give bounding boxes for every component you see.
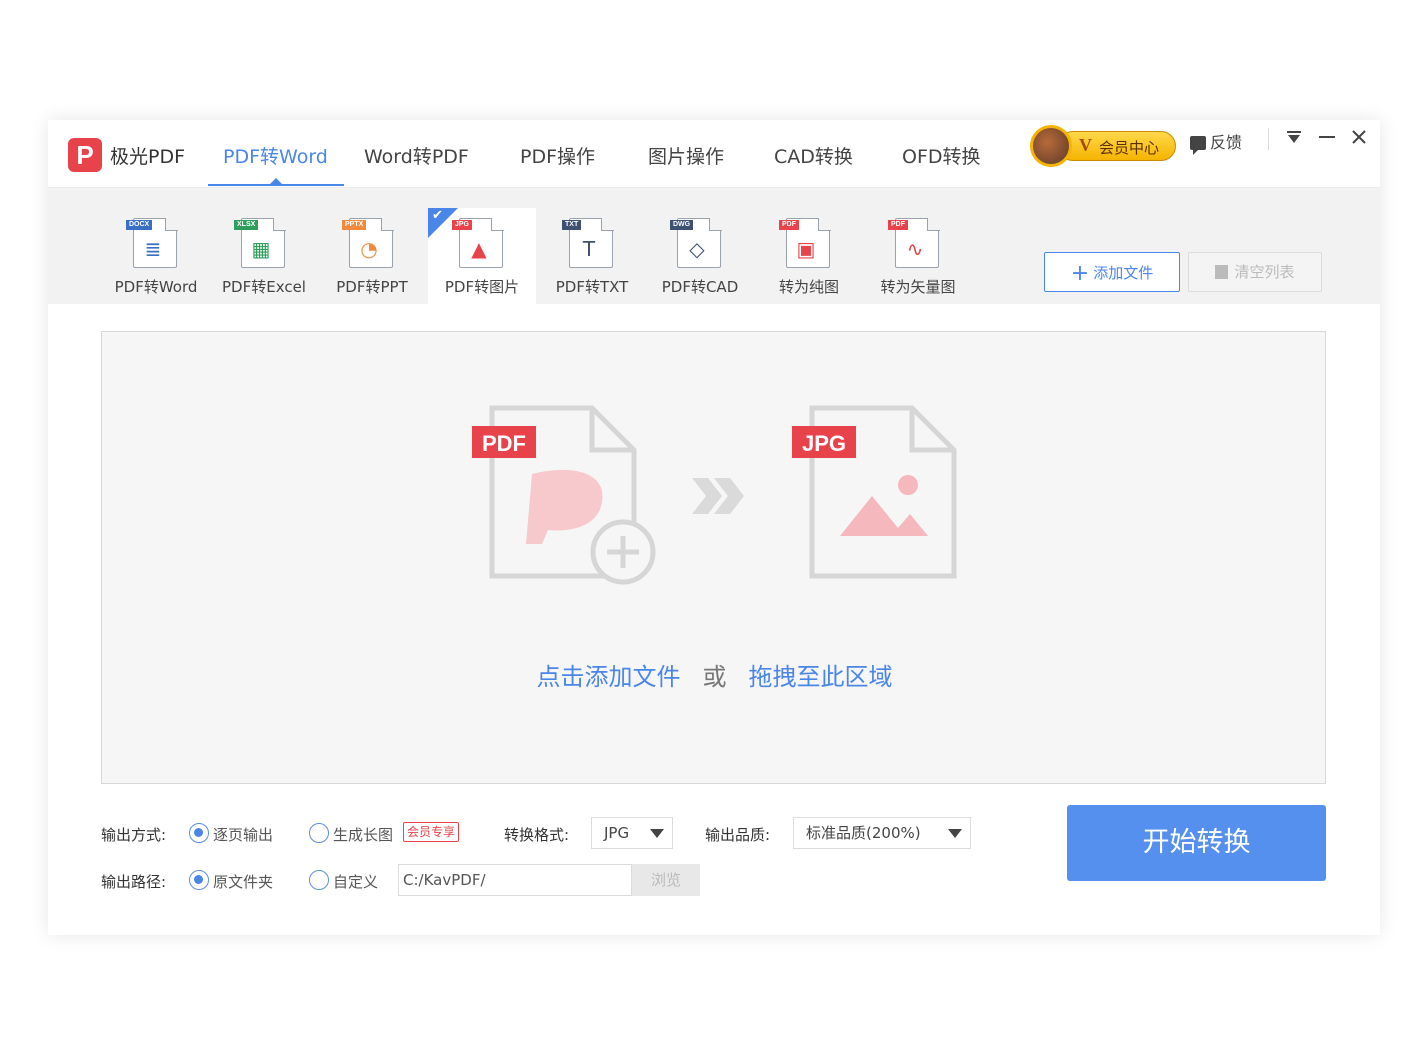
picture-glyph-icon: ▣ [796,237,816,261]
plus-icon: + [1070,261,1090,286]
tool-label: PDF转Word [114,278,198,296]
close-icon[interactable] [1351,126,1367,150]
tool-label: 转为矢量图 [880,278,956,296]
active-tab-indicator [208,184,344,186]
image-glyph-icon: ▲ [471,237,487,261]
double-chevron-icon [692,478,744,514]
cad-glyph-icon: ◇ [689,237,705,261]
add-file-button[interactable]: + 添加文件 [1044,252,1180,292]
app-name: 极光PDF [110,146,186,168]
feedback-label: 反馈 [1210,133,1243,152]
conversion-toolbar: DOCX ≣ PDF转Word XLSX ▦ PDF转Excel PPTX ◔ … [48,188,1380,304]
format-value: JPG [604,824,630,842]
quality-select[interactable]: 标准品质(200%) [793,817,971,849]
tool-to-pure-image[interactable]: PDF ▣ 转为纯图 [755,208,863,304]
tool-badge: XLSX [234,220,259,230]
ppt-glyph-icon: ◔ [360,237,378,261]
output-mode-label: 输出方式: [101,826,167,844]
vip-label: 会员中心 [1099,139,1160,157]
tool-pdf-to-image[interactable]: ✔ JPG ▲ PDF转图片 [428,208,536,304]
trash-icon [1215,265,1229,279]
browse-button[interactable]: 浏览 [632,864,700,896]
click-add-file-link[interactable]: 点击添加文件 [537,663,681,691]
tool-label: PDF转CAD [661,278,739,296]
tool-badge: JPG [452,220,473,230]
add-file-label: 添加文件 [1093,264,1154,282]
excel-glyph-icon: ▦ [251,237,271,261]
tab-cad-convert[interactable]: CAD转换 [774,142,853,169]
vip-pill: V 会员中心 [1058,131,1176,161]
app-logo-icon: P [68,138,102,172]
original-folder-label: 原文件夹 [213,873,274,891]
drop-hint: 点击添加文件或拖拽至此区域 [102,657,1327,692]
tool-badge: TXT [562,220,582,230]
chat-bubble-icon [1190,136,1206,155]
tab-pdf-to-word[interactable]: PDF转Word [223,142,328,169]
menu-dropdown-icon[interactable] [1286,126,1302,150]
tool-to-vector-image[interactable]: PDF ∿ 转为矢量图 [864,208,972,304]
tool-label: PDF转TXT [555,278,629,296]
per-page-label: 逐页输出 [213,826,274,844]
tool-pdf-to-ppt[interactable]: PPTX ◔ PDF转PPT [318,208,426,304]
output-path-input[interactable] [398,864,632,896]
avatar[interactable] [1030,125,1072,167]
conversion-illustration: PDF JPG [472,405,957,585]
tab-image-operations[interactable]: 图片操作 [648,142,724,169]
jpg-badge-text: JPG [802,431,846,456]
title-bar: P 极光PDF PDF转Word Word转PDF PDF操作 图片操作 CAD… [48,120,1380,188]
vip-only-badge: 会员专享 [403,822,460,842]
format-label: 转换格式: [504,826,570,844]
check-icon: ✔ [432,208,443,223]
tool-badge: PDF [888,220,908,230]
quality-value: 标准品质(200%) [806,824,921,842]
app-window: P 极光PDF PDF转Word Word转PDF PDF操作 图片操作 CAD… [48,120,1380,935]
long-image-label: 生成长图 [333,826,394,844]
tab-word-to-pdf[interactable]: Word转PDF [364,142,469,169]
tab-ofd-convert[interactable]: OFD转换 [902,142,981,169]
chevron-down-icon [642,818,672,848]
chevron-down-icon [940,818,970,848]
file-drop-zone[interactable]: PDF JPG 点击添加文件或拖拽至此区域 [101,331,1326,784]
start-convert-button[interactable]: 开始转换 [1067,805,1326,881]
quality-label: 输出品质: [705,826,771,844]
radio-long-image[interactable] [309,823,329,843]
pdf-badge-text: PDF [482,431,526,456]
clear-list-label: 清空列表 [1234,263,1295,281]
active-tab-caret-icon [270,178,282,184]
tool-pdf-to-cad[interactable]: DWG ◇ PDF转CAD [646,208,754,304]
radio-original-folder[interactable] [189,870,209,890]
custom-path-label: 自定义 [333,873,379,891]
tool-pdf-to-txt[interactable]: TXT T PDF转TXT [538,208,646,304]
tab-pdf-operations[interactable]: PDF操作 [520,142,595,169]
tool-pdf-to-word[interactable]: DOCX ≣ PDF转Word [102,208,210,304]
format-select[interactable]: JPG [591,817,673,849]
drag-here-text: 拖拽至此区域 [748,663,893,691]
txt-glyph-icon: T [582,237,596,261]
vip-center-button[interactable]: V 会员中心 [1030,125,1178,167]
word-glyph-icon: ≣ [144,237,162,261]
tool-label: 转为纯图 [778,278,839,296]
clear-list-button[interactable]: 清空列表 [1188,252,1322,292]
vip-crown-icon: V [1079,135,1092,155]
feedback-button[interactable]: 反馈 [1190,129,1243,155]
tool-label: PDF转PPT [336,278,408,296]
minimize-icon[interactable] [1318,126,1336,150]
output-path-label: 输出路径: [101,873,167,891]
tool-badge: DWG [670,220,694,230]
radio-custom-path[interactable] [309,870,329,890]
tool-badge: PDF [779,220,799,230]
tool-label: PDF转Excel [222,278,306,296]
tool-label: PDF转图片 [444,278,520,296]
vector-glyph-icon: ∿ [906,237,924,261]
radio-per-page[interactable] [189,823,209,843]
tool-badge: DOCX [126,220,153,230]
tool-badge: PPTX [342,220,367,230]
tool-pdf-to-excel[interactable]: XLSX ▦ PDF转Excel [210,208,318,304]
header-divider [1268,128,1269,150]
or-text: 或 [702,663,727,691]
